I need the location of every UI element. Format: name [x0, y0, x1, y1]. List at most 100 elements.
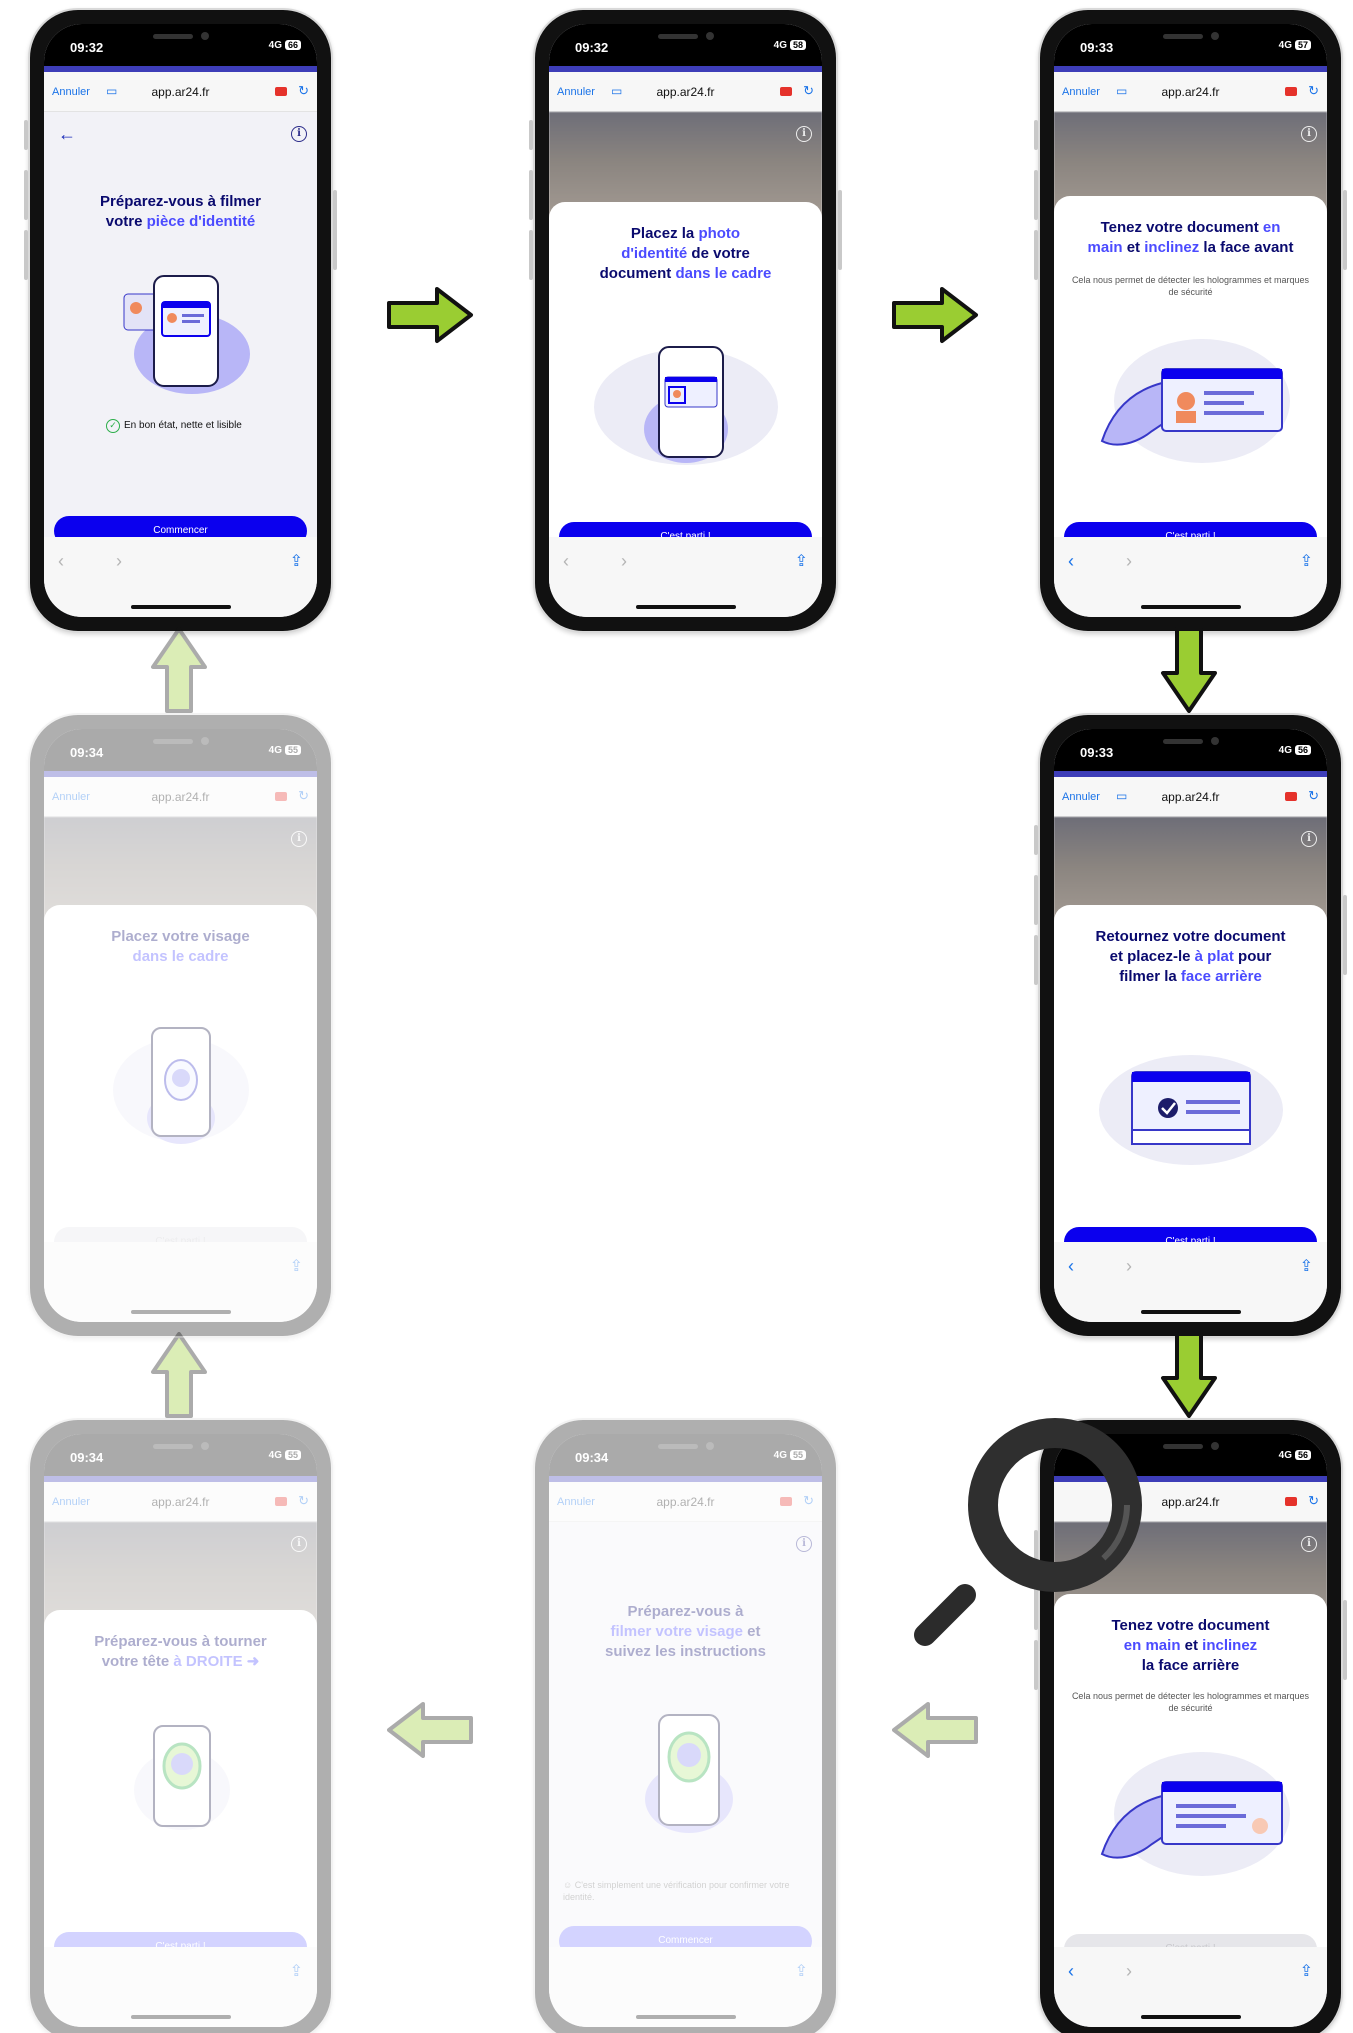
- status-time: 09:34: [575, 1450, 609, 1465]
- battery-icon: 56: [1294, 1450, 1311, 1460]
- reload-icon[interactable]: ↻: [298, 788, 309, 804]
- reload-icon[interactable]: ↻: [803, 1493, 814, 1509]
- network-indicator: 4G 66: [269, 40, 301, 51]
- network-indicator: 4G 55: [774, 1450, 806, 1461]
- phone-screen: 09:33 4G 57 Annuler ▭ app.ar24.fr ↻ i Ten…: [1054, 24, 1327, 617]
- green-arrow-icon: [892, 287, 978, 343]
- reload-icon[interactable]: ↻: [298, 83, 309, 99]
- battery-icon: 55: [284, 745, 301, 755]
- phone-screen: 09:34 4G 55 Annuler app.ar24.fr ↻ i Prépa…: [44, 1434, 317, 2027]
- browser-url-bar: Annuler ▭ app.ar24.fr ↻: [1054, 72, 1327, 112]
- share-icon[interactable]: ⇪: [290, 1256, 303, 1276]
- page-title: Retournez votre document et placez-le à …: [1095, 928, 1286, 985]
- browser-url-bar: Annuler ▭ app.ar24.fr ↻: [44, 72, 317, 112]
- green-arrow-icon: [1161, 1332, 1217, 1418]
- forward-nav-icon[interactable]: ›: [1126, 1256, 1132, 1277]
- share-icon[interactable]: ⇪: [290, 551, 303, 571]
- info-icon[interactable]: i: [1301, 126, 1317, 142]
- page-title: Préparez-vous à filmer votre pièce d'ide…: [100, 193, 261, 230]
- share-icon[interactable]: ⇪: [1300, 1961, 1313, 1981]
- recording-icon: [1285, 87, 1297, 96]
- back-arrow-icon[interactable]: ←: [58, 124, 76, 145]
- instruction-card: Retournez votre document et placez-le à …: [1054, 905, 1327, 1242]
- forward-nav-icon[interactable]: ›: [116, 551, 122, 572]
- phone-screen: 09:33 4G 56 Annuler ▭ app.ar24.fr ↻ i Ret…: [1054, 729, 1327, 1322]
- instruction-card: Préparez-vous à tourner votre tête à DRO…: [44, 1610, 317, 1947]
- network-indicator: 4G 58: [774, 40, 806, 51]
- status-time: 09:32: [70, 40, 104, 55]
- back-nav-icon[interactable]: ‹: [1068, 1256, 1074, 1277]
- status-time: 09:34: [70, 745, 104, 760]
- network-indicator: 4G 55: [269, 1450, 301, 1461]
- page-title: Tenez votre document en main et inclinez…: [1087, 219, 1294, 256]
- battery-icon: 58: [789, 40, 806, 50]
- status-time: 09:33: [1080, 745, 1114, 760]
- page-title: Préparez-vous à tourner votre tête à DRO…: [94, 1633, 267, 1670]
- phone-screen: 09:32 4G 58 Annuler ▭ app.ar24.fr ↻ i Pla…: [549, 24, 822, 617]
- forward-nav-icon[interactable]: ›: [1126, 551, 1132, 572]
- head-turn-illustration: [134, 1725, 230, 1830]
- recording-icon: [275, 792, 287, 801]
- share-icon[interactable]: ⇪: [795, 1961, 808, 1981]
- back-nav-icon[interactable]: ‹: [1068, 551, 1074, 572]
- share-icon[interactable]: ⇪: [795, 551, 808, 571]
- info-icon[interactable]: i: [796, 126, 812, 142]
- phone-screen: 09:32 4G 66 Annuler ▭ app.ar24.fr ↻ ← i P…: [44, 24, 317, 617]
- browser-url-bar: Annuler app.ar24.fr ↻: [44, 1482, 317, 1522]
- magnifier-icon: [914, 1418, 1142, 1646]
- back-nav-icon[interactable]: ‹: [1068, 1961, 1074, 1982]
- phone-step-6: 09:34 4G 55 Annuler app.ar24.fr ↻ i Prépa…: [533, 1418, 838, 2033]
- reload-icon[interactable]: ↻: [1308, 1493, 1319, 1509]
- share-icon[interactable]: ⇪: [290, 1961, 303, 1981]
- battery-icon: 56: [1294, 745, 1311, 755]
- info-icon[interactable]: i: [1301, 1536, 1317, 1552]
- instruction-card: Placez votre visage dans le cadre: [44, 905, 317, 1242]
- browser-url-bar: Annuler ▭ app.ar24.fr ↻: [549, 72, 822, 112]
- info-icon[interactable]: i: [796, 1536, 812, 1552]
- battery-icon: 66: [284, 40, 301, 50]
- back-nav-icon[interactable]: ‹: [563, 551, 569, 572]
- recording-icon: [780, 1497, 792, 1506]
- tilted-card-back-illustration: [1100, 1752, 1290, 1876]
- phone-step-3: 09:33 4G 57 Annuler ▭ app.ar24.fr ↻ i Ten…: [1034, 8, 1347, 633]
- forward-nav-icon[interactable]: ›: [1126, 1961, 1132, 1982]
- battery-icon: 55: [789, 1450, 806, 1460]
- browser-url-bar: Annuler ▭ app.ar24.fr ↻: [1054, 777, 1327, 817]
- forward-nav-icon[interactable]: ›: [621, 551, 627, 572]
- recording-icon: [275, 87, 287, 96]
- info-icon[interactable]: i: [291, 126, 307, 142]
- share-icon[interactable]: ⇪: [1300, 551, 1313, 571]
- battery-icon: 57: [1294, 40, 1311, 50]
- status-time: 09:32: [575, 40, 609, 55]
- green-arrow-icon: [387, 1702, 473, 1758]
- network-indicator: 4G 56: [1279, 1450, 1311, 1461]
- info-icon[interactable]: i: [1301, 831, 1317, 847]
- subtitle: Cela nous permet de détecter les hologra…: [1071, 275, 1310, 297]
- phone-screen: 09:34 4G 55 Annuler app.ar24.fr ↻ i Place…: [44, 729, 317, 1322]
- flat-card-illustration: [1099, 1055, 1283, 1165]
- reload-icon[interactable]: ↻: [1308, 83, 1319, 99]
- green-arrow-icon: [151, 1332, 207, 1418]
- instruction-card: Placez la photo d'identité de votre docu…: [549, 202, 822, 537]
- share-icon[interactable]: ⇪: [1300, 1256, 1313, 1276]
- face-phone-illustration: [645, 1714, 733, 1833]
- info-icon[interactable]: i: [291, 1536, 307, 1552]
- phone-step-1: 09:32 4G 66 Annuler ▭ app.ar24.fr ↻ ← i P…: [24, 8, 337, 633]
- instruction-card: Tenez votre document en main et inclinez…: [1054, 196, 1327, 537]
- info-icon[interactable]: i: [291, 831, 307, 847]
- status-time: 09:34: [70, 1450, 104, 1465]
- phone-frame-illustration: [594, 346, 778, 465]
- reload-icon[interactable]: ↻: [298, 1493, 309, 1509]
- reload-icon[interactable]: ↻: [1308, 788, 1319, 804]
- green-arrow-icon: [387, 287, 473, 343]
- recording-icon: [275, 1497, 287, 1506]
- phone-step-8: 09:34 4G 55 Annuler app.ar24.fr ↻ i Place…: [28, 713, 333, 1338]
- phone-step-4: 09:33 4G 56 Annuler ▭ app.ar24.fr ↻ i Ret…: [1034, 713, 1347, 1338]
- phone-screen: 09:34 4G 55 Annuler app.ar24.fr ↻ i Prépa…: [549, 1434, 822, 2027]
- face-frame-illustration: [113, 1027, 249, 1144]
- recording-icon: [1285, 1497, 1297, 1506]
- network-indicator: 4G 56: [1279, 745, 1311, 756]
- reload-icon[interactable]: ↻: [803, 83, 814, 99]
- info-note: ☺ C'est simplement une vérification pour…: [563, 1880, 790, 1902]
- back-nav-icon[interactable]: ‹: [58, 551, 64, 572]
